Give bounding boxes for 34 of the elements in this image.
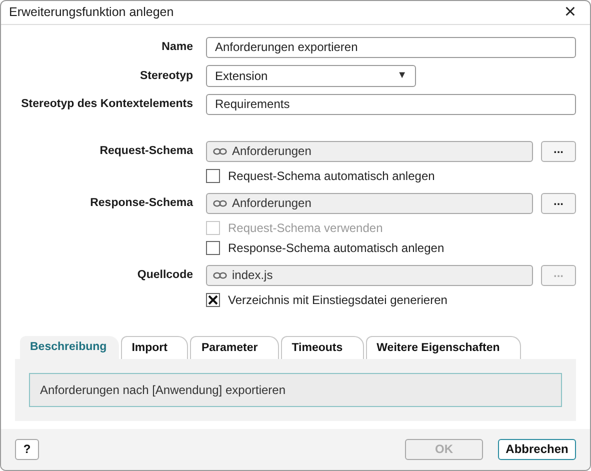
input-field[interactable]: Anforderungen exportieren <box>206 36 576 58</box>
checkbox[interactable] <box>206 240 220 255</box>
tab[interactable]: Parameter <box>190 336 279 359</box>
checkbox[interactable] <box>206 292 220 307</box>
field-label: Quellcode <box>136 269 193 282</box>
tab[interactable]: Weitere Eigenschaften <box>366 336 521 359</box>
link-icon <box>213 148 227 155</box>
browse-button[interactable]: ... <box>541 140 576 162</box>
field-label: Stereotyp <box>138 70 193 82</box>
reference-field[interactable]: Anforderungen <box>206 140 533 162</box>
close-button[interactable]: × <box>558 2 582 22</box>
description-field[interactable]: Anforderungen nach [Anwendung] exportieren <box>29 372 562 407</box>
reference-field[interactable]: Anforderungen <box>206 192 533 214</box>
tab[interactable]: Import <box>120 336 188 359</box>
tab[interactable]: Timeouts <box>280 336 364 359</box>
dropdown[interactable]: Extension ▼ <box>206 64 416 87</box>
checkbox-option[interactable]: Verzeichnis mit Einstiegsdatei generieren <box>206 292 576 307</box>
field-label: Response-Schema <box>89 197 193 210</box>
checkbox-option[interactable]: Response-Schema automatisch anlegen <box>206 240 576 255</box>
input-field[interactable]: Requirements <box>206 94 576 115</box>
field-label: Stereotyp des Kontextelements <box>20 98 193 110</box>
browse-button[interactable]: ... <box>541 192 576 214</box>
field-label: Request-Schema <box>98 145 193 158</box>
window-title: Erweiterungsfunktion anlegen <box>9 5 174 20</box>
caret-icon: ▼ <box>397 70 407 82</box>
dialog-button[interactable]: Abbrechen <box>498 438 576 460</box>
field-label: Name <box>160 41 193 54</box>
checkbox-option[interactable]: Request-Schema automatisch anlegen <box>206 168 576 183</box>
reference-field[interactable]: index.js <box>206 264 533 286</box>
checkbox[interactable] <box>206 168 220 183</box>
tab[interactable]: Beschreibung <box>20 336 119 359</box>
link-icon <box>213 272 227 279</box>
link-icon <box>213 200 227 207</box>
help-button[interactable]: ? <box>15 438 39 460</box>
